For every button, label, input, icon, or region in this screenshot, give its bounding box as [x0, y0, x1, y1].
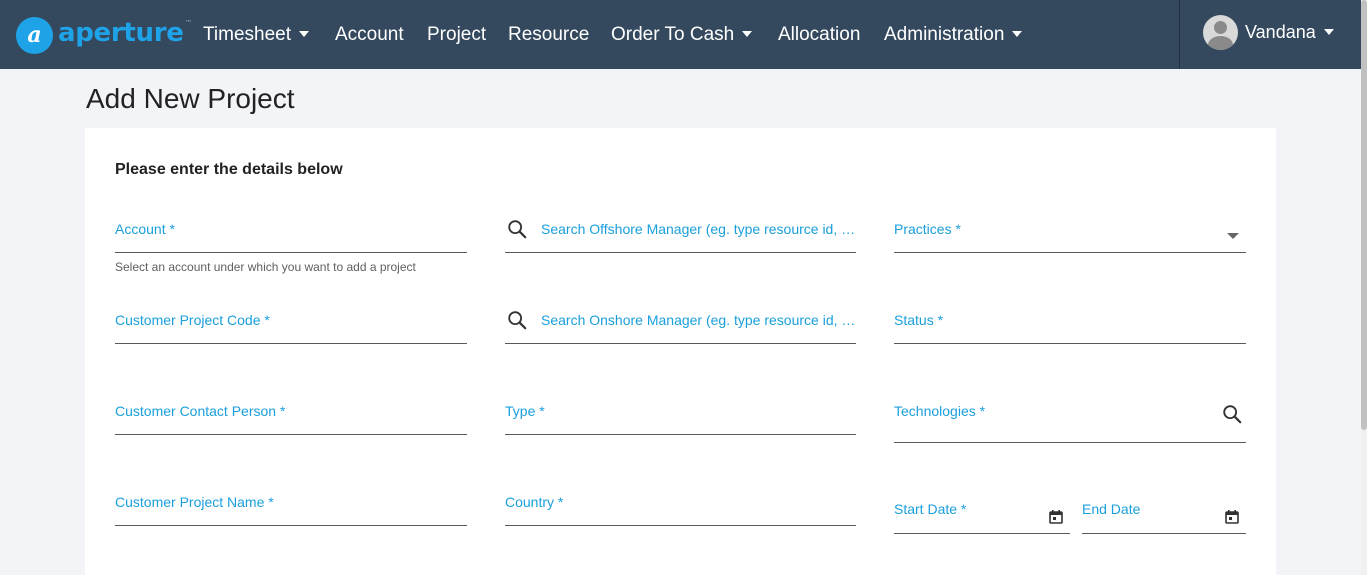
caret-down-icon [742, 30, 753, 37]
calendar-icon[interactable] [1049, 510, 1063, 524]
end-date-field[interactable]: End Date [1082, 495, 1246, 534]
practices-select[interactable]: Practices * [894, 215, 1246, 253]
nav-order-to-cash-label: Order To Cash [611, 23, 735, 45]
logo-mark-icon: a [16, 16, 53, 54]
country-field[interactable]: Country * [505, 488, 856, 526]
logo-text: aperture ™ [58, 18, 192, 48]
nav-project-label: Project [427, 23, 487, 45]
account-helper-text: Select an account under which you want t… [115, 260, 416, 274]
nav-timesheet-label: Timesheet [203, 23, 291, 45]
customer-project-name-field[interactable]: Customer Project Name * [115, 488, 467, 526]
dropdown-arrow-icon [1227, 233, 1239, 239]
nav-allocation-label: Allocation [778, 23, 861, 45]
trademark-mark: ™ [184, 19, 192, 27]
aperture-logo[interactable]: a aperture ™ [16, 16, 192, 54]
nav-order-to-cash[interactable]: Order To Cash [611, 0, 753, 69]
type-label: Type * [505, 403, 545, 419]
end-date-label: End Date [1082, 501, 1141, 517]
caret-down-icon [1323, 28, 1334, 35]
nav-project[interactable]: Project [427, 0, 486, 69]
customer-project-name-label: Customer Project Name * [115, 494, 274, 510]
account-field[interactable]: Account * [115, 215, 467, 253]
customer-contact-person-field[interactable]: Customer Contact Person * [115, 397, 467, 435]
onshore-manager-search-field[interactable]: Search Onshore Manager (eg. type resourc… [505, 306, 856, 344]
offshore-manager-label: Search Offshore Manager (eg. type resour… [541, 221, 856, 237]
start-date-field[interactable]: Start Date * [894, 495, 1070, 534]
technologies-label: Technologies * [894, 403, 986, 419]
customer-contact-person-label: Customer Contact Person * [115, 403, 286, 419]
account-label: Account * [115, 221, 175, 237]
page-title: Add New Project [86, 83, 295, 114]
nav-allocation[interactable]: Allocation [778, 0, 860, 69]
calendar-icon[interactable] [1225, 510, 1239, 524]
user-menu[interactable]: Vandana [1203, 15, 1334, 50]
nav-administration-label: Administration [884, 23, 1005, 45]
status-field[interactable]: Status * [894, 306, 1246, 344]
search-icon [508, 311, 527, 330]
nav-resource[interactable]: Resource [508, 0, 589, 69]
nav-administration[interactable]: Administration [884, 0, 1023, 69]
brand-name: aperture [58, 18, 184, 48]
page-scrollbar[interactable] [1361, 0, 1367, 575]
nav-resource-label: Resource [508, 23, 590, 45]
start-date-label: Start Date * [894, 501, 967, 517]
form-heading: Please enter the details below [115, 161, 343, 178]
country-label: Country * [505, 494, 564, 510]
offshore-manager-search-field[interactable]: Search Offshore Manager (eg. type resour… [505, 215, 856, 253]
user-divider [1179, 0, 1180, 69]
nav-account[interactable]: Account [335, 0, 404, 69]
onshore-manager-label: Search Onshore Manager (eg. type resourc… [541, 312, 856, 328]
search-icon[interactable] [1221, 403, 1243, 425]
scrollbar-thumb[interactable] [1361, 0, 1367, 430]
customer-project-code-field[interactable]: Customer Project Code * [115, 306, 467, 344]
nav-timesheet[interactable]: Timesheet [203, 0, 309, 69]
search-icon [508, 220, 527, 239]
caret-down-icon [299, 30, 309, 37]
avatar [1203, 15, 1238, 50]
status-label: Status * [894, 312, 944, 328]
nav-account-label: Account [335, 23, 404, 45]
top-navbar: a aperture ™ Timesheet Account Project Re… [0, 0, 1361, 69]
type-field[interactable]: Type * [505, 397, 856, 435]
customer-project-code-label: Customer Project Code * [115, 312, 270, 328]
technologies-field[interactable]: Technologies * [894, 397, 1246, 443]
practices-label: Practices * [894, 221, 961, 237]
caret-down-icon [1012, 30, 1023, 37]
user-name: Vandana [1245, 22, 1316, 42]
